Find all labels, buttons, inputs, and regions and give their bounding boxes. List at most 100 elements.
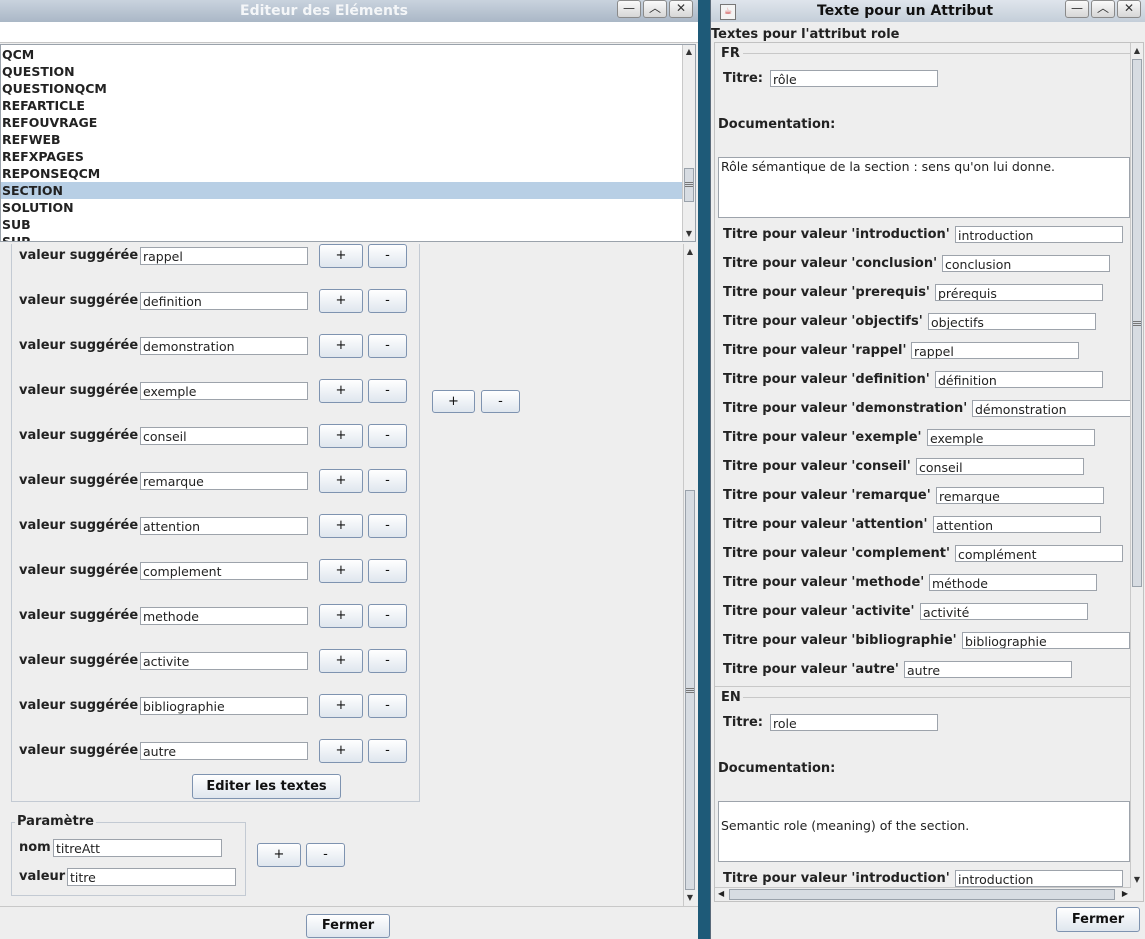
value-title-field[interactable]: activité: [920, 603, 1088, 620]
list-item[interactable]: QUESTION: [1, 63, 682, 80]
value-title-field[interactable]: méthode: [929, 574, 1097, 591]
suggested-value-field[interactable]: methode: [140, 607, 308, 625]
remove-value-button[interactable]: -: [368, 244, 407, 268]
suggested-value-field[interactable]: complement: [140, 562, 308, 580]
suggested-value-field[interactable]: attention: [140, 517, 308, 535]
suggested-value-field[interactable]: exemple: [140, 382, 308, 400]
remove-value-button[interactable]: -: [368, 739, 407, 763]
suggested-value-field[interactable]: autre: [140, 742, 308, 760]
remove-value-button[interactable]: -: [368, 379, 407, 403]
editor-close-button[interactable]: Fermer: [306, 914, 390, 938]
remove-value-button[interactable]: -: [368, 514, 407, 538]
scroll-right-icon[interactable]: ▶: [1122, 889, 1128, 898]
add-value-button[interactable]: +: [319, 694, 363, 718]
scroll-thumb[interactable]: [729, 889, 1115, 900]
value-title-field[interactable]: définition: [935, 371, 1103, 388]
scroll-down-icon[interactable]: ▼: [684, 892, 696, 904]
element-list[interactable]: QCM QUESTION QUESTIONQCM REFARTICLE REFOUVRA…: [0, 44, 696, 242]
maximize-icon[interactable]: ︿: [1091, 0, 1115, 18]
fr-documentation-textarea[interactable]: Rôle sémantique de la section : sens qu'…: [718, 157, 1130, 218]
minimize-icon[interactable]: —: [1065, 0, 1089, 18]
remove-value-button[interactable]: -: [368, 604, 407, 628]
list-item[interactable]: REFOUVRAGE: [1, 114, 682, 131]
nom-field[interactable]: titreAtt: [53, 839, 222, 857]
add-value-button[interactable]: +: [319, 604, 363, 628]
scroll-up-icon[interactable]: ▲: [683, 46, 695, 58]
en-titre-field[interactable]: role: [770, 714, 938, 731]
minimize-icon[interactable]: —: [617, 0, 641, 18]
value-title-field[interactable]: autre: [904, 661, 1072, 678]
fr-titre-field[interactable]: rôle: [770, 70, 938, 87]
texts-vertical-scrollbar[interactable]: ▲ ▼: [1130, 43, 1143, 888]
texts-close-button[interactable]: Fermer: [1056, 907, 1140, 932]
scroll-down-icon[interactable]: ▼: [683, 228, 695, 240]
maximize-icon[interactable]: ︿: [643, 0, 667, 18]
value-title-field[interactable]: complément: [955, 545, 1123, 562]
add-value-button[interactable]: +: [319, 289, 363, 313]
close-icon[interactable]: ✕: [1117, 0, 1141, 18]
list-item[interactable]: REPONSEQCM: [1, 165, 682, 182]
valeur-field[interactable]: titre: [67, 868, 236, 886]
scroll-up-icon[interactable]: ▲: [1131, 45, 1143, 57]
add-value-button[interactable]: +: [319, 244, 363, 268]
scroll-up-icon[interactable]: ▲: [684, 246, 696, 258]
remove-value-button[interactable]: -: [368, 469, 407, 493]
texts-horizontal-scrollbar[interactable]: ◀ ▶: [715, 887, 1131, 901]
scroll-left-icon[interactable]: ◀: [718, 889, 724, 898]
suggested-value-field[interactable]: rappel: [140, 247, 308, 265]
suggested-value-field[interactable]: bibliographie: [140, 697, 308, 715]
suggested-value-field[interactable]: conseil: [140, 427, 308, 445]
close-icon[interactable]: ✕: [669, 0, 693, 18]
attribute-panel-scrollbar[interactable]: ▲ ▼: [683, 244, 696, 906]
add-value-button[interactable]: +: [319, 424, 363, 448]
value-title-field[interactable]: objectifs: [928, 313, 1096, 330]
list-item[interactable]: REFARTICLE: [1, 97, 682, 114]
value-title-field[interactable]: remarque: [936, 487, 1104, 504]
list-item[interactable]: QUESTIONQCM: [1, 80, 682, 97]
remove-value-button[interactable]: -: [368, 289, 407, 313]
value-title-field[interactable]: conseil: [916, 458, 1084, 475]
remove-value-button[interactable]: -: [368, 334, 407, 358]
add-attribute-button[interactable]: +: [432, 390, 475, 413]
list-item[interactable]: QCM: [1, 46, 682, 63]
value-title-field[interactable]: introduction: [955, 870, 1123, 887]
add-value-button[interactable]: +: [319, 334, 363, 358]
add-value-button[interactable]: +: [319, 649, 363, 673]
en-documentation-textarea[interactable]: Semantic role (meaning) of the section.: [718, 801, 1130, 862]
add-parametre-button[interactable]: +: [257, 843, 301, 867]
value-title-field[interactable]: conclusion: [942, 255, 1110, 272]
scroll-down-icon[interactable]: ▼: [1131, 874, 1143, 886]
add-value-button[interactable]: +: [319, 559, 363, 583]
texts-titlebar[interactable]: ☕ Texte pour un Attribut — ︿ ✕: [711, 0, 1145, 22]
value-title-field[interactable]: démonstration: [972, 400, 1140, 417]
value-title-field[interactable]: bibliographie: [962, 632, 1130, 649]
add-value-button[interactable]: +: [319, 739, 363, 763]
value-title-field[interactable]: attention: [933, 516, 1101, 533]
remove-value-button[interactable]: -: [368, 649, 407, 673]
value-title-field[interactable]: rappel: [911, 342, 1079, 359]
list-item[interactable]: SUB: [1, 216, 682, 233]
list-item[interactable]: REFWEB: [1, 131, 682, 148]
suggested-value-field[interactable]: definition: [140, 292, 308, 310]
list-item[interactable]: SOLUTION: [1, 199, 682, 216]
remove-value-button[interactable]: -: [368, 424, 407, 448]
value-title-field[interactable]: prérequis: [935, 284, 1103, 301]
remove-value-button[interactable]: -: [368, 694, 407, 718]
add-value-button[interactable]: +: [319, 514, 363, 538]
suggested-value-field[interactable]: remarque: [140, 472, 308, 490]
value-title-field[interactable]: exemple: [927, 429, 1095, 446]
value-title-field[interactable]: introduction: [955, 226, 1123, 243]
add-value-button[interactable]: +: [319, 469, 363, 493]
list-item[interactable]: SECTION: [1, 182, 682, 199]
element-list-scrollbar[interactable]: ▲ ▼: [682, 45, 695, 241]
edit-texts-button[interactable]: Editer les textes: [192, 774, 341, 799]
remove-value-button[interactable]: -: [368, 559, 407, 583]
list-item[interactable]: SUP: [1, 233, 682, 241]
remove-attribute-button[interactable]: -: [481, 390, 520, 413]
suggested-value-field[interactable]: demonstration: [140, 337, 308, 355]
remove-parametre-button[interactable]: -: [306, 843, 345, 867]
list-item[interactable]: REFXPAGES: [1, 148, 682, 165]
add-value-button[interactable]: +: [319, 379, 363, 403]
suggested-value-field[interactable]: activite: [140, 652, 308, 670]
editor-titlebar[interactable]: Editeur des Eléments — ︿ ✕: [0, 0, 698, 22]
